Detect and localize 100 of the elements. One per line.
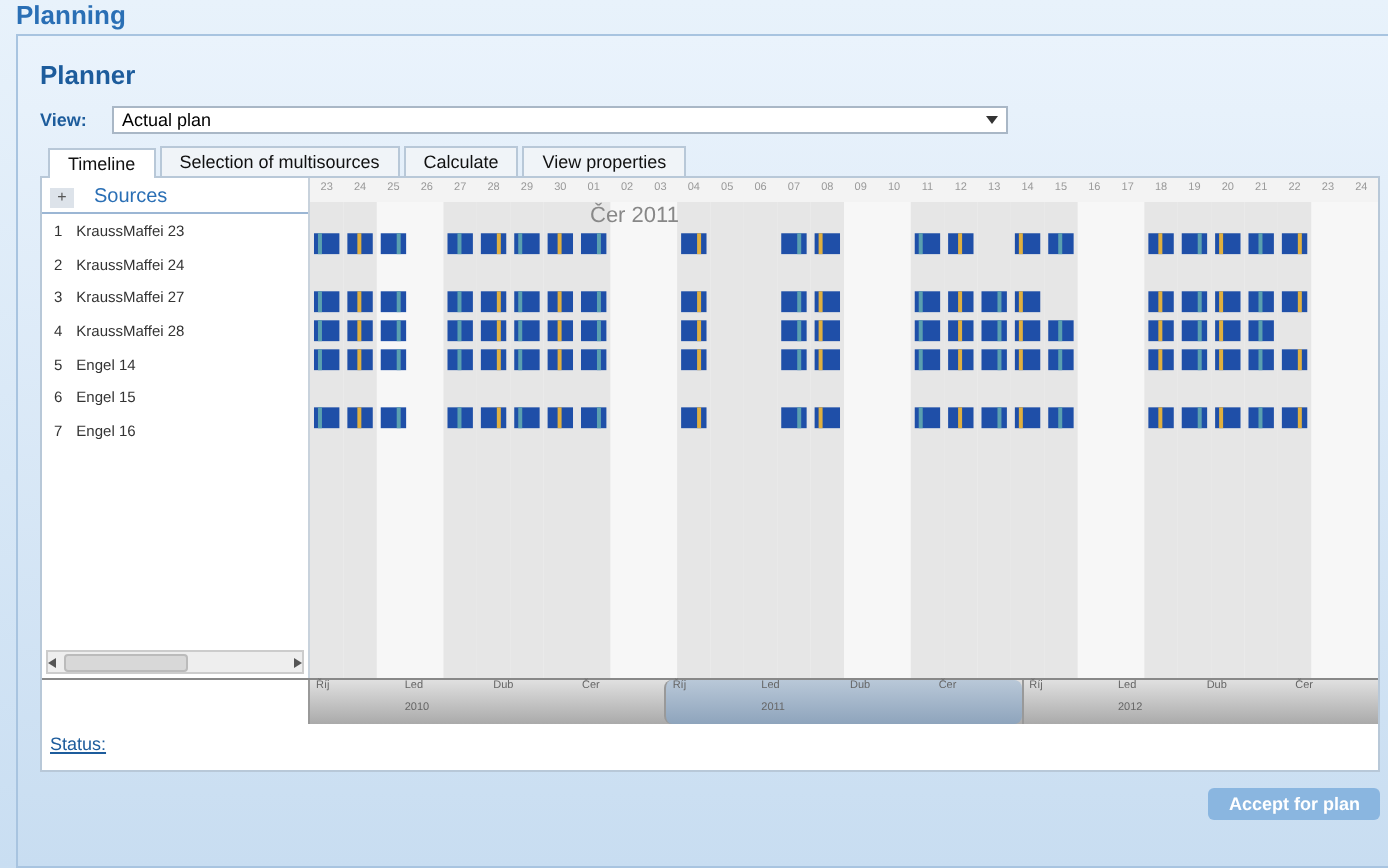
task-bar[interactable]	[547, 320, 573, 342]
task-bar[interactable]	[380, 233, 407, 255]
task-bar[interactable]	[814, 349, 840, 371]
task-bar[interactable]	[681, 291, 707, 313]
task-bar[interactable]	[1048, 349, 1074, 371]
task-bar[interactable]	[314, 320, 340, 342]
task-bar[interactable]	[1281, 233, 1308, 255]
task-bar[interactable]	[514, 233, 540, 255]
scroll-right-icon[interactable]	[294, 657, 302, 667]
task-bar[interactable]	[1014, 320, 1041, 342]
task-bar[interactable]	[447, 407, 473, 429]
task-bar[interactable]	[480, 349, 507, 371]
task-bar[interactable]	[347, 233, 373, 255]
task-bar[interactable]	[681, 320, 707, 342]
task-bar[interactable]	[380, 407, 407, 429]
task-bar[interactable]	[447, 233, 473, 255]
task-bar[interactable]	[347, 291, 373, 313]
task-bar[interactable]	[1248, 407, 1274, 429]
task-bar[interactable]	[581, 320, 607, 342]
task-bar[interactable]	[814, 320, 840, 342]
task-bar[interactable]	[1281, 407, 1308, 429]
task-bar[interactable]	[681, 407, 707, 429]
task-bar[interactable]	[1248, 291, 1274, 313]
task-bar[interactable]	[781, 291, 807, 313]
task-bar[interactable]	[1048, 320, 1074, 342]
task-bar[interactable]	[347, 349, 373, 371]
task-bar[interactable]	[1014, 349, 1041, 371]
task-bar[interactable]	[1148, 407, 1174, 429]
task-bar[interactable]	[981, 320, 1007, 342]
task-bar[interactable]	[948, 291, 974, 313]
task-bar[interactable]	[1014, 291, 1041, 313]
task-bar[interactable]	[781, 320, 807, 342]
task-bar[interactable]	[314, 233, 340, 255]
task-bar[interactable]	[981, 291, 1007, 313]
task-bar[interactable]	[581, 407, 607, 429]
task-bar[interactable]	[1181, 320, 1208, 342]
task-bar[interactable]	[1215, 320, 1241, 342]
task-bar[interactable]	[914, 233, 941, 255]
tab[interactable]: Calculate	[403, 146, 519, 176]
task-bar[interactable]	[380, 320, 407, 342]
task-bar[interactable]	[914, 407, 941, 429]
task-bar[interactable]	[581, 291, 607, 313]
task-bar[interactable]	[981, 407, 1007, 429]
task-bar[interactable]	[948, 349, 974, 371]
task-bar[interactable]	[514, 320, 540, 342]
task-bar[interactable]	[480, 233, 507, 255]
task-bar[interactable]	[948, 407, 974, 429]
task-bar[interactable]	[1248, 233, 1274, 255]
task-bar[interactable]	[547, 233, 573, 255]
task-bar[interactable]	[1181, 407, 1208, 429]
task-bar[interactable]	[581, 233, 607, 255]
tab[interactable]: Selection of multisources	[159, 146, 400, 176]
task-bar[interactable]	[781, 349, 807, 371]
task-bar[interactable]	[447, 291, 473, 313]
task-bar[interactable]	[380, 291, 407, 313]
task-bar[interactable]	[314, 291, 340, 313]
task-bar[interactable]	[447, 320, 473, 342]
task-bar[interactable]	[480, 320, 507, 342]
task-bar[interactable]	[1181, 349, 1208, 371]
task-bar[interactable]	[948, 233, 974, 255]
task-bar[interactable]	[814, 407, 840, 429]
task-bar[interactable]	[1215, 349, 1241, 371]
task-bar[interactable]	[514, 349, 540, 371]
task-bar[interactable]	[514, 407, 540, 429]
task-bar[interactable]	[1014, 407, 1041, 429]
task-bar[interactable]	[347, 407, 373, 429]
task-bar[interactable]	[781, 407, 807, 429]
task-bar[interactable]	[447, 349, 473, 371]
task-bar[interactable]	[681, 233, 707, 255]
task-bar[interactable]	[380, 349, 407, 371]
task-bar[interactable]	[914, 349, 941, 371]
task-bar[interactable]	[480, 291, 507, 313]
task-bar[interactable]	[514, 291, 540, 313]
task-bar[interactable]	[547, 349, 573, 371]
task-bar[interactable]	[1148, 320, 1174, 342]
task-bar[interactable]	[1014, 233, 1041, 255]
task-bar[interactable]	[814, 233, 840, 255]
task-bar[interactable]	[1215, 291, 1241, 313]
task-bar[interactable]	[1048, 233, 1074, 255]
tab[interactable]: Timeline	[48, 148, 156, 178]
task-bar[interactable]	[1281, 349, 1308, 371]
horizontal-scrollbar[interactable]	[46, 650, 304, 674]
task-bar[interactable]	[1148, 233, 1174, 255]
task-bar[interactable]	[981, 349, 1007, 371]
task-bar[interactable]	[914, 320, 941, 342]
tab[interactable]: View properties	[522, 146, 687, 176]
task-bar[interactable]	[1148, 291, 1174, 313]
task-bar[interactable]	[314, 349, 340, 371]
task-bar[interactable]	[1181, 233, 1208, 255]
task-bar[interactable]	[480, 407, 507, 429]
task-bar[interactable]	[314, 407, 340, 429]
task-bar[interactable]	[781, 233, 807, 255]
task-bar[interactable]	[681, 349, 707, 371]
view-dropdown[interactable]: Actual plan	[112, 106, 1008, 134]
task-bar[interactable]	[1215, 407, 1241, 429]
task-bar[interactable]	[1248, 349, 1274, 371]
task-bar[interactable]	[547, 291, 573, 313]
task-bar[interactable]	[948, 320, 974, 342]
expand-button[interactable]: +	[50, 187, 74, 207]
task-bar[interactable]	[1281, 291, 1308, 313]
